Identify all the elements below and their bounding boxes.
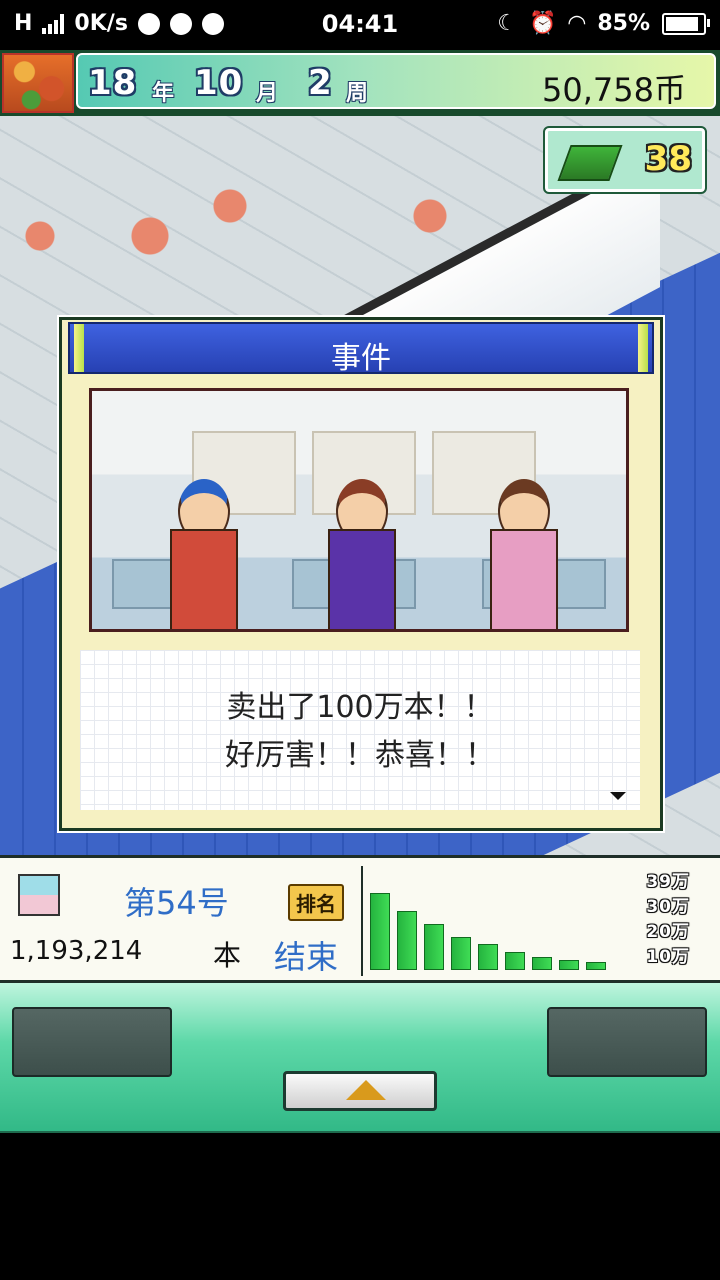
event-dialog[interactable]: 事件 卖出了100万本！！ 好厉害！！恭喜！！ — [57, 315, 665, 833]
status-bar: H 0K/s 04:41 ☾ ⏰ ◠ 85% — [0, 0, 720, 50]
date-bar: 18 年 10 月 2 周 50,758币 — [76, 53, 716, 109]
research-points-badge[interactable]: 38 — [543, 126, 707, 194]
bottom-controls — [0, 983, 720, 1133]
chart-bar — [532, 957, 552, 970]
message-box[interactable]: 卖出了100万本！！ 好厉害！！恭喜！！ — [80, 650, 640, 810]
battery-percent: 85% — [597, 11, 650, 36]
message-line-1: 卖出了100万本！！ — [226, 690, 494, 725]
company-avatar[interactable] — [2, 53, 74, 113]
message-line-2: 好厉害！！恭喜！！ — [225, 738, 495, 773]
alarm-icon: ⏰ — [529, 11, 557, 36]
right-slot-button[interactable] — [547, 1007, 707, 1077]
chart-bar — [370, 893, 390, 970]
moon-icon: ☾ — [497, 11, 517, 36]
book-icon — [557, 145, 623, 181]
tick-label: 30万 — [646, 897, 690, 917]
chart-bar — [397, 911, 417, 970]
chart-bar — [505, 952, 525, 970]
left-slot-button[interactable] — [12, 1007, 172, 1077]
money-display: 50,758币 — [542, 71, 686, 109]
celebrating-staff — [476, 469, 568, 629]
chart-bar — [478, 944, 498, 970]
chart-bar — [451, 937, 471, 970]
month-number: 10 — [194, 63, 244, 103]
chart-bar — [586, 962, 606, 970]
event-illustration — [89, 388, 629, 632]
tick-label: 20万 — [646, 922, 690, 942]
chart-tick-labels: 39万 30万 20万 10万 — [646, 870, 690, 970]
rank-button[interactable]: 排名 — [288, 884, 344, 921]
top-bar: 18 年 10 月 2 周 50,758币 — [0, 50, 720, 116]
copies-unit: 本 — [213, 939, 242, 972]
research-points-value: 38 — [644, 139, 692, 179]
chart-bar — [559, 960, 579, 970]
sales-panel: 第54号 排名 1,193,214 本 结束 39万 30万 20万 10万 — [0, 855, 720, 983]
sales-bar-chart — [366, 864, 616, 978]
dialog-header: 事件 — [68, 322, 654, 376]
celebrating-staff — [156, 469, 248, 629]
year-unit: 年 — [152, 81, 175, 106]
battery-icon — [662, 12, 710, 35]
dialog-title: 事件 — [331, 341, 391, 376]
celebrating-staff — [314, 469, 406, 629]
expand-menu-button[interactable] — [283, 1071, 437, 1111]
continue-arrow-icon[interactable] — [610, 792, 626, 800]
game-scene: 18 年 10 月 2 周 50,758币 38 事件 卖出了100万本！！ 好… — [0, 50, 720, 855]
sales-status: 结束 — [274, 938, 339, 976]
month-unit: 月 — [256, 81, 279, 106]
tick-label: 10万 — [646, 947, 690, 967]
divider — [361, 866, 363, 976]
wifi-icon: ◠ — [568, 11, 586, 36]
copies-sold: 1,193,214 — [10, 936, 143, 966]
week-number: 2 — [308, 63, 333, 103]
tick-label: 39万 — [646, 872, 690, 892]
up-arrow-icon — [346, 1080, 386, 1100]
issue-number: 第54号 — [124, 884, 229, 922]
game-thumbnail — [18, 874, 60, 916]
week-unit: 周 — [346, 81, 369, 106]
year-number: 18 — [88, 63, 138, 103]
chart-bar — [424, 924, 444, 970]
